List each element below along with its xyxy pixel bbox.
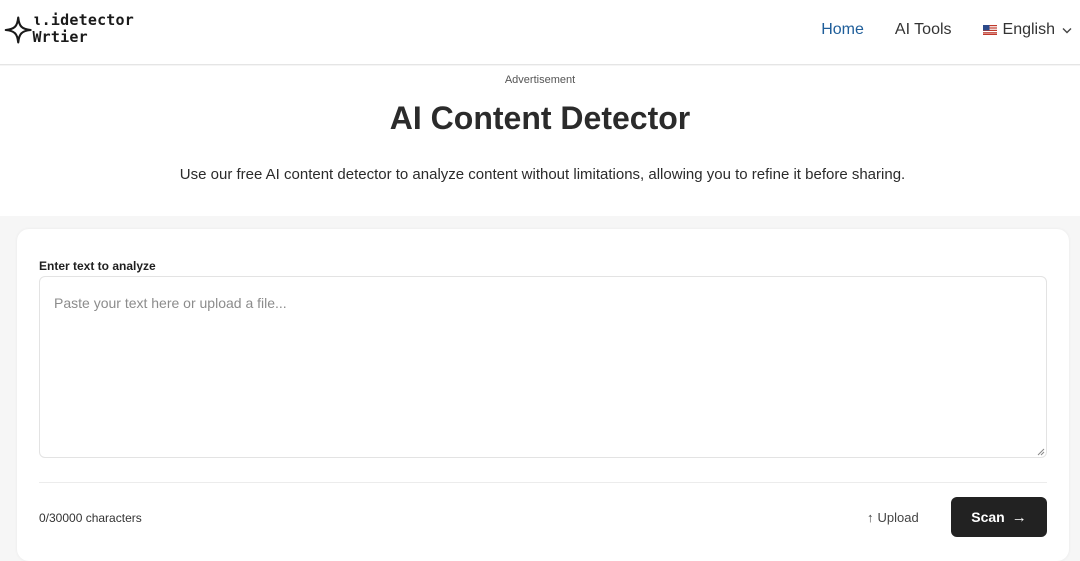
logo[interactable]: ι.idetector Wrtier [4, 9, 134, 49]
advertisement-label: Advertisement [504, 74, 576, 86]
scan-label: Scan [971, 509, 1005, 525]
logo-line-1: ι.idetector [32, 11, 134, 29]
site-header: ι.idetector Wrtier Home AI Tools English [0, 0, 1080, 65]
sparkle-logo-icon [4, 16, 32, 44]
main-content: Advertisement AI Content Detector Use ou… [0, 66, 1080, 561]
character-count: 0/30000 characters [39, 511, 142, 525]
main-nav: Home AI Tools English [790, 18, 1072, 42]
divider [39, 482, 1047, 483]
resize-handle-icon[interactable] [1035, 446, 1045, 456]
chevron-down-icon [1062, 27, 1072, 33]
arrow-right-icon: → [1011, 508, 1027, 526]
page-title: AI Content Detector [389, 100, 691, 136]
logo-text: ι.idetector Wrtier [32, 12, 134, 46]
page-subtitle: Use our free AI content detector to anal… [179, 166, 906, 183]
nav-home-link[interactable]: Home [821, 21, 864, 39]
upload-label: Upload [877, 510, 919, 525]
text-input-area[interactable] [39, 276, 1047, 458]
us-flag-icon [982, 25, 997, 35]
upload-arrow-icon: ↑ [867, 510, 874, 525]
language-selector[interactable]: English [982, 21, 1072, 39]
upload-button[interactable]: ↑ Upload [867, 510, 919, 525]
language-label: English [1002, 21, 1055, 38]
analyzer-card: Enter text to analyze 0/30000 characters… [17, 229, 1069, 561]
scan-button[interactable]: Scan → [951, 497, 1047, 537]
text-input-label: Enter text to analyze [39, 259, 156, 273]
nav-ai-tools-link[interactable]: AI Tools [895, 21, 952, 39]
logo-line-2: Wrtier [32, 28, 88, 46]
